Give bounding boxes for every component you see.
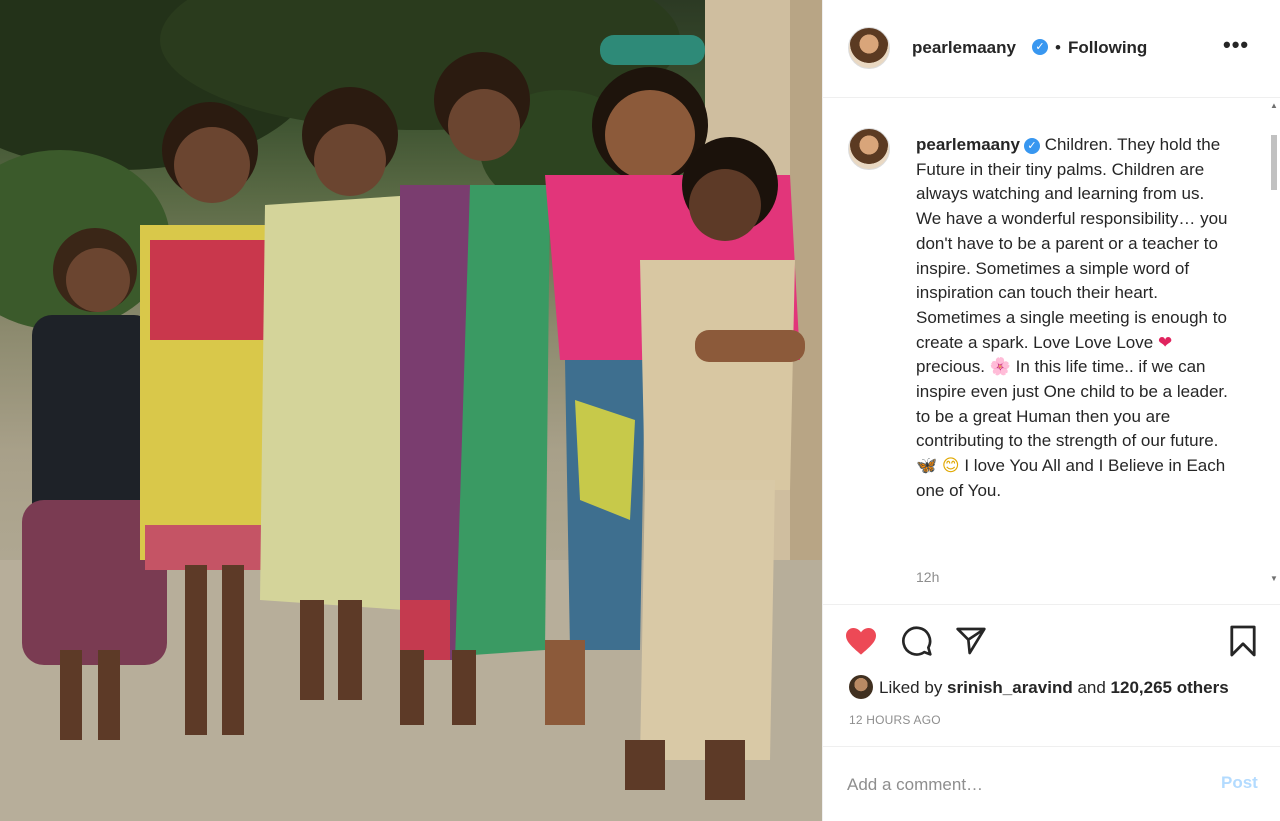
post-photo[interactable] xyxy=(0,0,822,821)
caption-text-2: precious. xyxy=(916,357,990,377)
following-button[interactable]: Following xyxy=(1068,38,1147,58)
comment-input[interactable] xyxy=(847,773,1187,797)
share-button[interactable] xyxy=(953,623,989,659)
scrollbar-thumb[interactable] xyxy=(1271,135,1277,190)
liked-by-username[interactable]: srinish_aravind xyxy=(947,678,1073,697)
bookmark-icon xyxy=(1230,625,1256,657)
caption-time-ago[interactable]: 12h xyxy=(916,569,939,585)
verified-badge-icon: ✓ xyxy=(1032,39,1048,55)
paper-plane-icon xyxy=(956,627,986,655)
blossom-emoji: 🌸 xyxy=(989,357,1011,377)
separator-dot: • xyxy=(1055,38,1061,57)
comments-area[interactable]: pearlemaany ✓ Children. They hold the Fut… xyxy=(823,99,1280,604)
likes-summary: Liked by srinish_aravind and 120,265 oth… xyxy=(849,675,1229,699)
post-timestamp[interactable]: 12 HOURS AGO xyxy=(849,713,941,727)
liked-by-and: and xyxy=(1072,678,1111,697)
caption-author-username[interactable]: pearlemaany xyxy=(916,135,1020,154)
smiling-emoji: 😊 xyxy=(941,456,960,476)
post-caption: pearlemaany ✓ Children. They hold the Fut… xyxy=(916,133,1234,504)
post-header: pearlemaany ✓ • Following ••• xyxy=(823,0,1280,98)
post-sidebar: pearlemaany ✓ • Following ••• pearlemaan… xyxy=(822,0,1280,821)
photo-illustration xyxy=(0,0,822,821)
red-heart-emoji: ❤ xyxy=(1157,332,1173,352)
comment-icon xyxy=(902,626,932,656)
heart-icon xyxy=(846,628,876,655)
caption-author-avatar[interactable] xyxy=(848,128,890,170)
butterfly-emoji: 🦋 xyxy=(916,456,938,476)
like-button[interactable] xyxy=(843,623,879,659)
scroll-down-arrow-icon[interactable]: ▼ xyxy=(1270,574,1278,583)
comment-button[interactable] xyxy=(899,623,935,659)
author-username[interactable]: pearlemaany xyxy=(912,38,1016,58)
scroll-up-arrow-icon[interactable]: ▲ xyxy=(1270,101,1278,110)
author-avatar[interactable] xyxy=(848,27,890,69)
post-actions: Liked by srinish_aravind and 120,265 oth… xyxy=(823,604,1280,746)
liked-by-count[interactable]: 120,265 others xyxy=(1111,678,1229,697)
save-button[interactable] xyxy=(1225,623,1261,659)
verified-badge-icon: ✓ xyxy=(1023,138,1040,154)
liked-by-prefix: Liked by xyxy=(879,678,948,697)
more-options-icon[interactable]: ••• xyxy=(1223,32,1249,58)
liker-avatar[interactable] xyxy=(849,675,873,699)
caption-text-4: I love You All and I Believe in Each one… xyxy=(916,456,1226,500)
post-comment-button[interactable]: Post xyxy=(1221,773,1258,793)
caption-text-1: Children. They hold the Future in their … xyxy=(916,135,1228,352)
comment-form: Post xyxy=(823,746,1280,821)
